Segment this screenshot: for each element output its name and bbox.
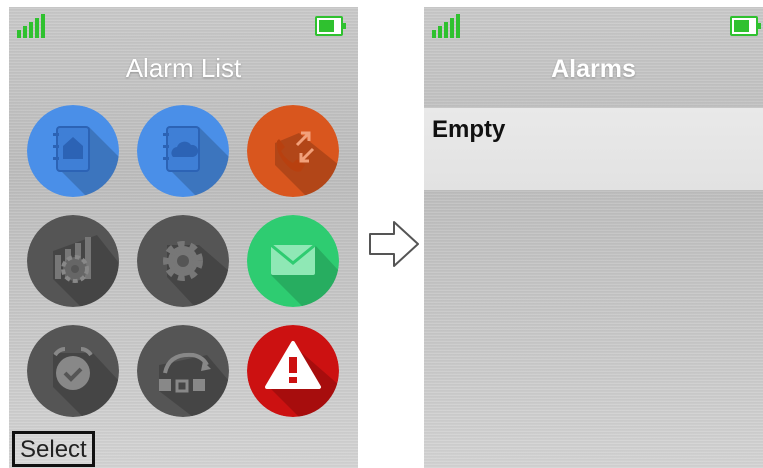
warning-icon[interactable] [247,325,339,417]
envelope-icon[interactable] [247,215,339,307]
screen-title: Alarms [551,55,636,83]
call-transfer-icon[interactable] [247,105,339,197]
gear-icon[interactable] [137,215,229,307]
list-item-label: Empty [432,116,506,143]
alarm-clock-icon[interactable] [27,325,119,417]
list-item[interactable]: Empty [424,108,763,190]
signal-strength-icon [17,14,45,38]
screen-title: Alarm List [125,53,242,83]
battery-icon [730,16,761,36]
alarm-list-screen: Alarm List Select [9,7,358,468]
select-softkey[interactable]: Select [12,431,95,467]
contacts-home-icon[interactable] [27,105,119,197]
arrow-right-icon [369,221,419,267]
app-grid [23,105,343,425]
signal-strength-icon [432,14,460,38]
signal-settings-icon[interactable] [27,215,119,307]
alarms-screen: Alarms Empty [424,7,763,468]
battery-icon [315,16,346,36]
contacts-cloud-icon[interactable] [137,105,229,197]
sync-icon[interactable] [137,325,229,417]
